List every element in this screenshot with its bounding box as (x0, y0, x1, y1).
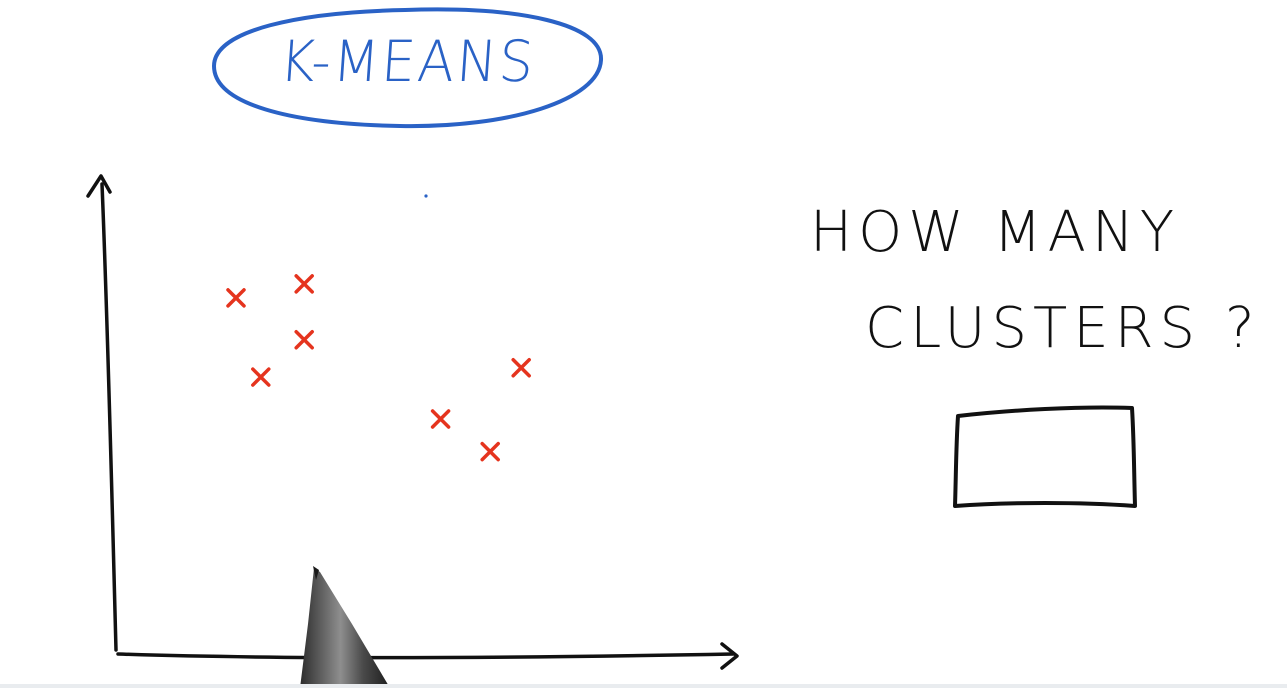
data-point-1 (226, 288, 246, 308)
y-axis-arrowhead (86, 174, 112, 198)
data-point-3 (294, 330, 314, 350)
x-axis-arrowhead (720, 642, 739, 670)
data-point-5 (430, 409, 451, 429)
axes (86, 174, 739, 670)
data-point-6 (480, 441, 500, 462)
scatter-points (226, 274, 531, 462)
data-point-4 (251, 367, 271, 387)
title-k-means: K-MEANS (277, 27, 538, 95)
bottom-strip (0, 684, 1287, 688)
answer-input-box[interactable] (958, 410, 1133, 502)
stray-ink-dot (424, 194, 428, 198)
pen-icon (300, 566, 390, 688)
question-line-clusters: CLUSTERS ? (865, 296, 1261, 361)
data-point-7 (511, 357, 531, 378)
x-axis (116, 652, 735, 660)
question-line-how-many: HOW MANY (810, 200, 1181, 265)
y-axis (100, 182, 118, 652)
data-point-2 (294, 274, 314, 294)
